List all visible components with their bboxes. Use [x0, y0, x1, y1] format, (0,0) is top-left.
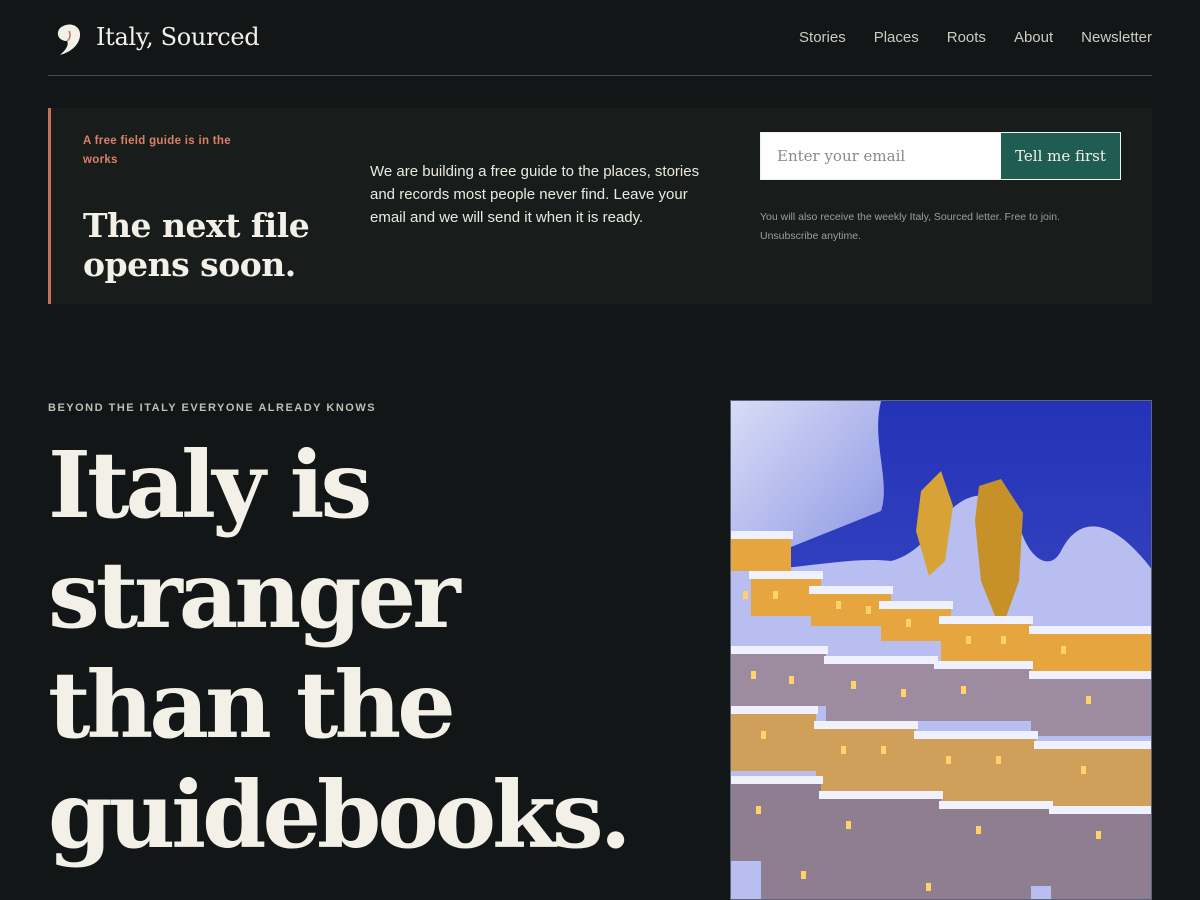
- signup-banner: A free field guide is in the works The n…: [48, 108, 1152, 304]
- nav-stories[interactable]: Stories: [799, 28, 846, 48]
- nav-places[interactable]: Places: [874, 28, 919, 48]
- hero-eyebrow: BEYOND THE ITALY EVERYONE ALREADY KNOWS: [48, 402, 377, 414]
- nav-newsletter[interactable]: Newsletter: [1081, 28, 1152, 48]
- banner-eyebrow: A free field guide is in the works: [83, 135, 231, 166]
- signup-fine-print: You will also receive the weekly Italy, …: [760, 211, 1060, 242]
- site-header: Italy, Sourced Stories Places Roots Abou…: [48, 0, 1152, 76]
- tell-me-first-button[interactable]: Tell me first: [1001, 133, 1120, 179]
- hero-photo-snowy-village: [730, 400, 1152, 900]
- banner-title: The next file opens soon.: [83, 206, 310, 284]
- banner-description: We are building a free guide to the plac…: [370, 163, 700, 226]
- nav-about[interactable]: About: [1014, 28, 1053, 48]
- snowy-mountain-village-image: [731, 401, 1151, 899]
- comma-quote-icon: [57, 24, 81, 55]
- email-input[interactable]: [761, 133, 1001, 179]
- hero-title: Italy is stranger than the guidebooks.: [48, 431, 632, 869]
- logo-link[interactable]: [56, 23, 82, 55]
- nav-roots[interactable]: Roots: [947, 28, 986, 48]
- signup-form: Tell me first: [760, 132, 1121, 180]
- main-nav: Stories Places Roots About Newsletter: [799, 28, 1152, 48]
- brand-name[interactable]: Italy, Sourced: [96, 20, 260, 54]
